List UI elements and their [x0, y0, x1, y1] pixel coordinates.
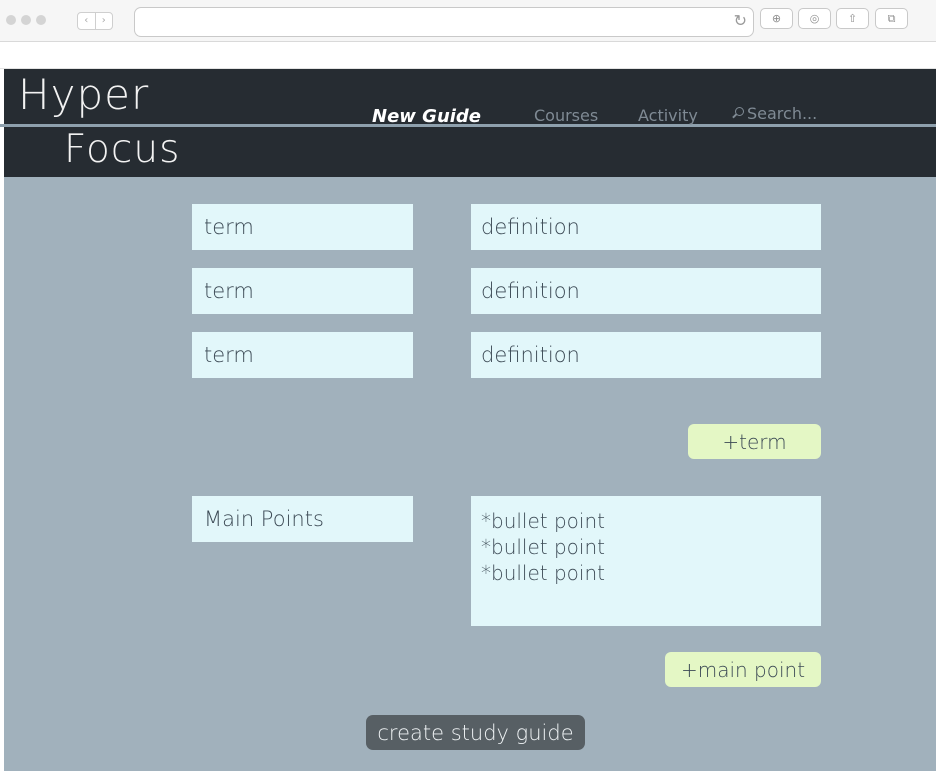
account-button[interactable]: ◎ — [798, 8, 831, 29]
account-icon: ◎ — [809, 12, 820, 25]
definition-input[interactable]: definition — [471, 268, 821, 314]
bullet-points-textarea[interactable]: *bullet point *bullet point *bullet poin… — [471, 496, 821, 626]
address-bar[interactable]: ↻ — [134, 7, 754, 37]
definition-input[interactable]: definition — [471, 204, 821, 250]
add-term-button[interactable]: +term — [688, 424, 821, 459]
history-navigation: ‹ › — [77, 12, 113, 30]
back-button[interactable]: ‹ — [78, 13, 95, 29]
bullet-point: *bullet point — [481, 535, 605, 559]
nav-activity[interactable]: Activity — [638, 108, 698, 124]
zoom-window-button[interactable] — [36, 15, 46, 25]
search-icon — [732, 107, 744, 121]
add-main-point-button[interactable]: +main point — [665, 652, 821, 687]
share-icon: ⇧ — [847, 12, 858, 25]
term-input[interactable]: term — [192, 204, 413, 250]
reload-icon[interactable]: ↻ — [734, 13, 747, 29]
download-icon: ⊕ — [771, 12, 782, 25]
chevron-right-icon: › — [101, 15, 106, 26]
browser-toolbar: ‹ › ↻ ⊕ ◎ ⇧ ⧉ — [0, 0, 936, 42]
term-input[interactable]: term — [192, 332, 413, 378]
tab-strip — [0, 42, 936, 69]
bullet-point: *bullet point — [481, 561, 605, 585]
search-label: Search... — [747, 104, 818, 123]
bullet-point: *bullet point — [481, 509, 605, 533]
tabs-button[interactable]: ⧉ — [875, 8, 908, 29]
page-bottom-edge — [0, 771, 936, 776]
forward-button[interactable]: › — [94, 13, 113, 29]
definition-input[interactable]: definition — [471, 332, 821, 378]
download-button[interactable]: ⊕ — [760, 8, 793, 29]
term-input[interactable]: term — [192, 268, 413, 314]
logo-line-1[interactable]: Hyper — [18, 74, 149, 116]
chevron-left-icon: ‹ — [84, 15, 89, 26]
close-window-button[interactable] — [6, 15, 16, 25]
share-button[interactable]: ⇧ — [836, 8, 869, 29]
create-study-guide-button[interactable]: create study guide — [366, 715, 585, 750]
tabs-icon: ⧉ — [887, 12, 896, 25]
logo-line-2[interactable]: Focus — [64, 130, 180, 169]
nav-new-guide[interactable]: New Guide — [372, 108, 481, 126]
minimize-window-button[interactable] — [21, 15, 31, 25]
nav-courses[interactable]: Courses — [534, 108, 598, 124]
main-points-input[interactable]: Main Points — [192, 496, 413, 542]
window-controls — [6, 15, 46, 25]
search-link[interactable]: Search... — [732, 106, 817, 122]
